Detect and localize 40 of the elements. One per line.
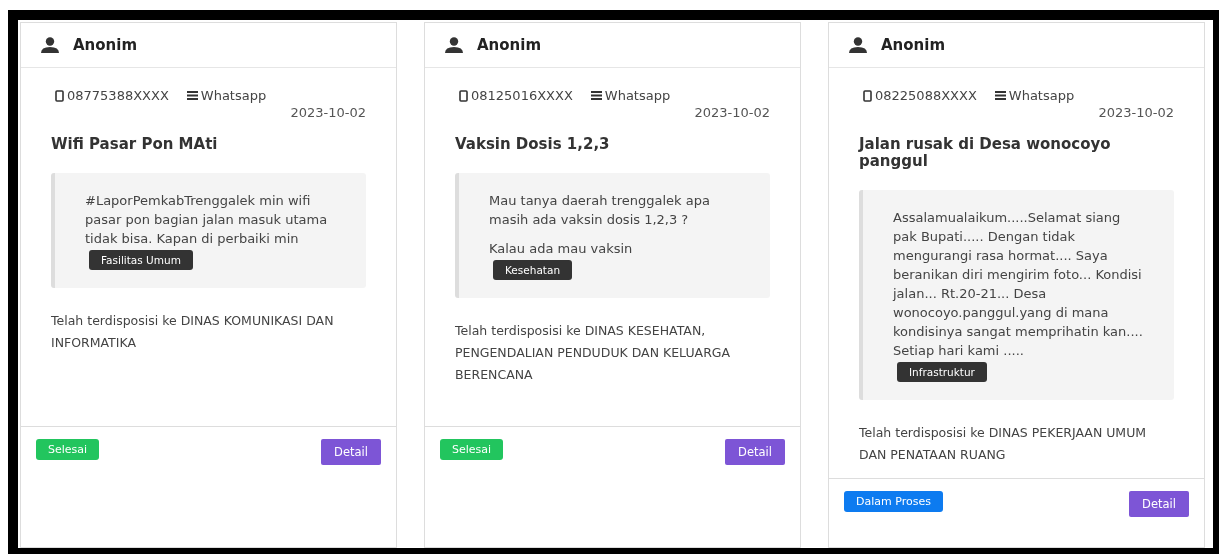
category-tag: Infrastruktur bbox=[897, 362, 987, 382]
report-date: 2023-10-02 bbox=[289, 105, 366, 120]
phone-number: 08225088XXXX bbox=[875, 88, 977, 103]
list-icon bbox=[994, 91, 1006, 100]
report-title: Wifi Pasar Pon MAti bbox=[51, 136, 219, 153]
report-date: 2023-10-02 bbox=[693, 105, 770, 120]
author-name: Anonim bbox=[477, 36, 542, 54]
message-text: Mau tanya daerah trenggalek apa masih ada vaksin dosis 1,2,3 ? bbox=[489, 192, 711, 229]
message-text: #LaporPemkabTrenggalek min wifi pasar pon bagian jalan masuk utama tidak bisa. Kapan di perbaiki min bbox=[85, 192, 329, 248]
detail-button[interactable]: Detail bbox=[725, 439, 785, 465]
category-tag: Fasilitas Umum bbox=[89, 250, 193, 270]
phone-icon bbox=[55, 89, 64, 102]
channel-label: Whatsapp bbox=[604, 88, 671, 103]
report-date: 2023-10-02 bbox=[1097, 105, 1174, 120]
user-icon bbox=[41, 37, 59, 53]
status-badge: Selesai bbox=[36, 439, 100, 460]
user-icon bbox=[849, 37, 867, 53]
list-icon bbox=[590, 91, 602, 100]
phone-icon bbox=[863, 89, 872, 102]
category-tag: Kesehatan bbox=[493, 260, 573, 280]
phone-number: 08775388XXXX bbox=[67, 88, 169, 103]
message-text: Assalamualaikum.....Selamat siang pak Bupati..... Dengan tidak mengurangi rasa hormat.... Saya beranikan diri mengirim foto... Kondisi jalan... Rt.20-21... Desa wonocoyo.panggul.yang di mana kondisinya sangat memprihatin kan.... Setiap hari kami ..... bbox=[893, 209, 1144, 360]
message-text: Kalau ada mau vaksin bbox=[489, 240, 634, 258]
report-title: Vaksin Dosis 1,2,3 bbox=[455, 136, 611, 153]
report-title: Jalan rusak di Desa wonocoyo panggul bbox=[859, 136, 1112, 170]
phone-number: 08125016XXXX bbox=[471, 88, 573, 103]
disposition-text: Telah terdisposisi ke DINAS PEKERJAAN UMUM DAN PENATAAN RUANG bbox=[859, 424, 1148, 464]
status-badge: Dalam Proses bbox=[844, 491, 943, 512]
detail-button[interactable]: Detail bbox=[1129, 491, 1189, 517]
channel-label: Whatsapp bbox=[1008, 88, 1075, 103]
author-name: Anonim bbox=[881, 36, 946, 54]
phone-icon bbox=[459, 89, 468, 102]
channel-label: Whatsapp bbox=[200, 88, 267, 103]
disposition-text: Telah terdisposisi ke DINAS KESEHATAN, PENGENDALIAN PENDUDUK DAN KELUARGA BERENCANA bbox=[455, 322, 732, 384]
detail-button[interactable]: Detail bbox=[321, 439, 381, 465]
author-name: Anonim bbox=[73, 36, 138, 54]
status-badge: Selesai bbox=[440, 439, 504, 460]
user-icon bbox=[445, 37, 463, 53]
disposition-text: Telah terdisposisi ke DINAS KOMUNIKASI DAN INFORMATIKA bbox=[51, 312, 335, 352]
list-icon bbox=[186, 91, 198, 100]
